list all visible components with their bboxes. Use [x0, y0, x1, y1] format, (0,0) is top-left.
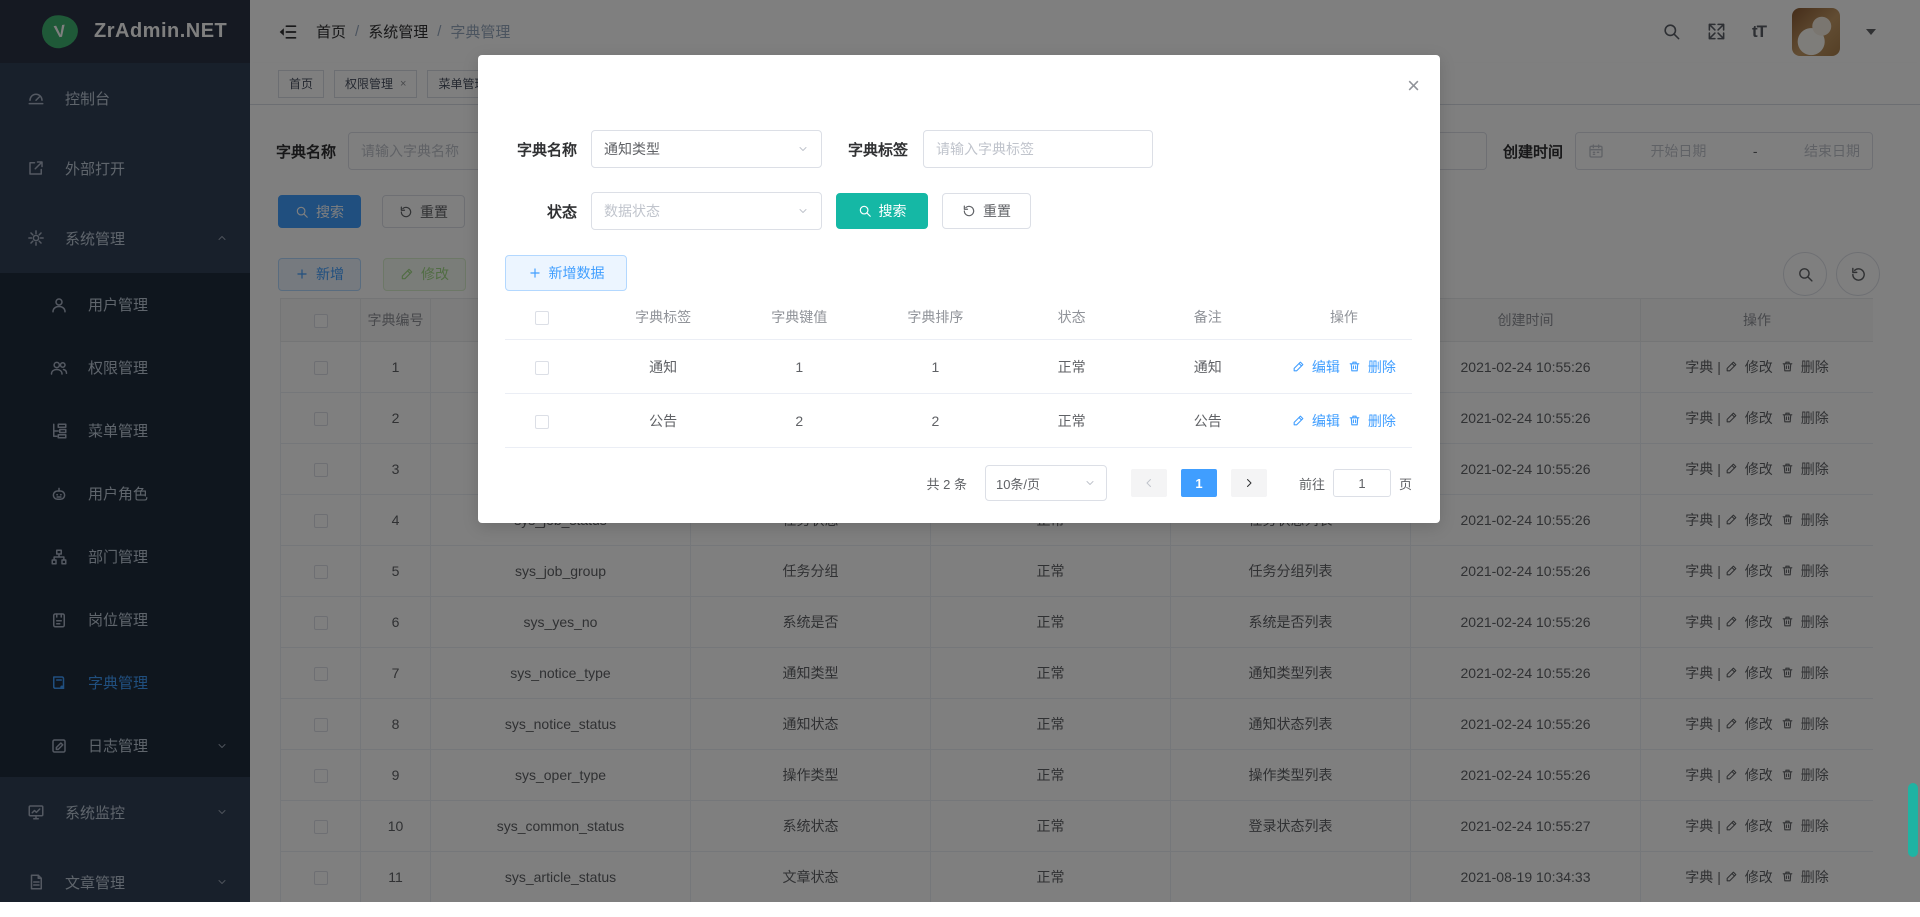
edit-pencil-icon	[1292, 360, 1305, 373]
modal-dict-label-input[interactable]: 请输入字典标签	[923, 130, 1153, 168]
modal-dict-name-select[interactable]: 通知类型	[591, 130, 822, 168]
modal-dict-label-label: 字典标签	[836, 139, 908, 160]
modal-form-row-1: 字典名称 通知类型 字典标签 请输入字典标签	[505, 130, 1153, 168]
goto-page-input[interactable]: 1	[1333, 469, 1391, 497]
column-header: 字典排序	[867, 307, 1003, 327]
page-unit-label: 页	[1399, 474, 1412, 493]
trash-icon	[1348, 360, 1361, 373]
chevron-down-icon	[797, 205, 809, 217]
modal-dict-name-label: 字典名称	[505, 139, 577, 160]
dict-value-cell: 2	[731, 413, 867, 429]
trash-icon	[1348, 414, 1361, 427]
modal-reset-button[interactable]: 重置	[942, 193, 1031, 229]
plus-icon	[528, 266, 542, 280]
row-actions-cell: 编辑 删除	[1276, 357, 1412, 377]
row-select-cell	[505, 358, 595, 374]
column-header: 状态	[1004, 307, 1140, 327]
dict-sort-cell: 1	[867, 359, 1003, 375]
chevron-down-icon	[797, 143, 809, 155]
column-header: 备注	[1140, 307, 1276, 327]
delete-link[interactable]: 删除	[1348, 413, 1396, 429]
modal-dict-data-table: 字典标签字典键值字典排序状态备注操作通知11正常通知 编辑 删除公告22正常公告…	[505, 295, 1412, 448]
next-page-button[interactable]	[1231, 469, 1267, 497]
dict-value-cell: 1	[731, 359, 867, 375]
pagination-total: 共 2 条	[927, 474, 967, 493]
prev-page-button[interactable]	[1131, 469, 1167, 497]
column-header: 字典标签	[595, 307, 731, 327]
chevron-down-icon	[1084, 477, 1096, 489]
dict-sort-cell: 2	[867, 413, 1003, 429]
modal-table-header: 字典标签字典键值字典排序状态备注操作	[505, 295, 1412, 340]
modal-table-row: 通知11正常通知 编辑 删除	[505, 340, 1412, 394]
select-all-header	[505, 309, 595, 325]
delete-link[interactable]: 删除	[1348, 359, 1396, 375]
page-size-select[interactable]: 10条/页	[985, 465, 1107, 501]
modal-search-button[interactable]: 搜索	[836, 193, 928, 229]
current-page-button[interactable]: 1	[1181, 469, 1217, 497]
remark-cell: 通知	[1140, 357, 1276, 377]
modal-add-data-button[interactable]: 新增数据	[505, 255, 627, 291]
status-cell: 正常	[1004, 357, 1140, 377]
modal-pagination: 共 2 条 10条/页 1 前往 1 页	[927, 465, 1413, 501]
row-actions-cell: 编辑 删除	[1276, 411, 1412, 431]
row-select-cell	[505, 412, 595, 428]
modal-status-label: 状态	[505, 201, 577, 222]
scrollbar-thumb[interactable]	[1908, 783, 1918, 857]
column-header: 操作	[1276, 307, 1412, 327]
select-all-checkbox[interactable]	[535, 311, 549, 325]
edit-link[interactable]: 编辑	[1292, 413, 1340, 429]
edit-link[interactable]: 编辑	[1292, 359, 1340, 375]
dict-label-cell: 通知	[595, 357, 731, 377]
search-icon	[858, 204, 872, 218]
arrow-right-icon	[1243, 477, 1255, 489]
row-checkbox[interactable]	[535, 415, 549, 429]
edit-pencil-icon	[1292, 414, 1305, 427]
modal-form-row-2: 状态 数据状态 搜索 重置	[505, 192, 1031, 230]
modal-status-select[interactable]: 数据状态	[591, 192, 822, 230]
dict-data-modal: × 字典名称 通知类型 字典标签 请输入字典标签 状态 数据状态 搜索 重置 新…	[478, 55, 1440, 523]
goto-label: 前往	[1299, 474, 1325, 493]
row-checkbox[interactable]	[535, 361, 549, 375]
status-cell: 正常	[1004, 411, 1140, 431]
close-icon[interactable]: ×	[1407, 75, 1420, 97]
dict-label-cell: 公告	[595, 411, 731, 431]
column-header: 字典键值	[731, 307, 867, 327]
modal-table-row: 公告22正常公告 编辑 删除	[505, 394, 1412, 448]
arrow-left-icon	[1143, 477, 1155, 489]
refresh-icon	[962, 204, 976, 218]
remark-cell: 公告	[1140, 411, 1276, 431]
